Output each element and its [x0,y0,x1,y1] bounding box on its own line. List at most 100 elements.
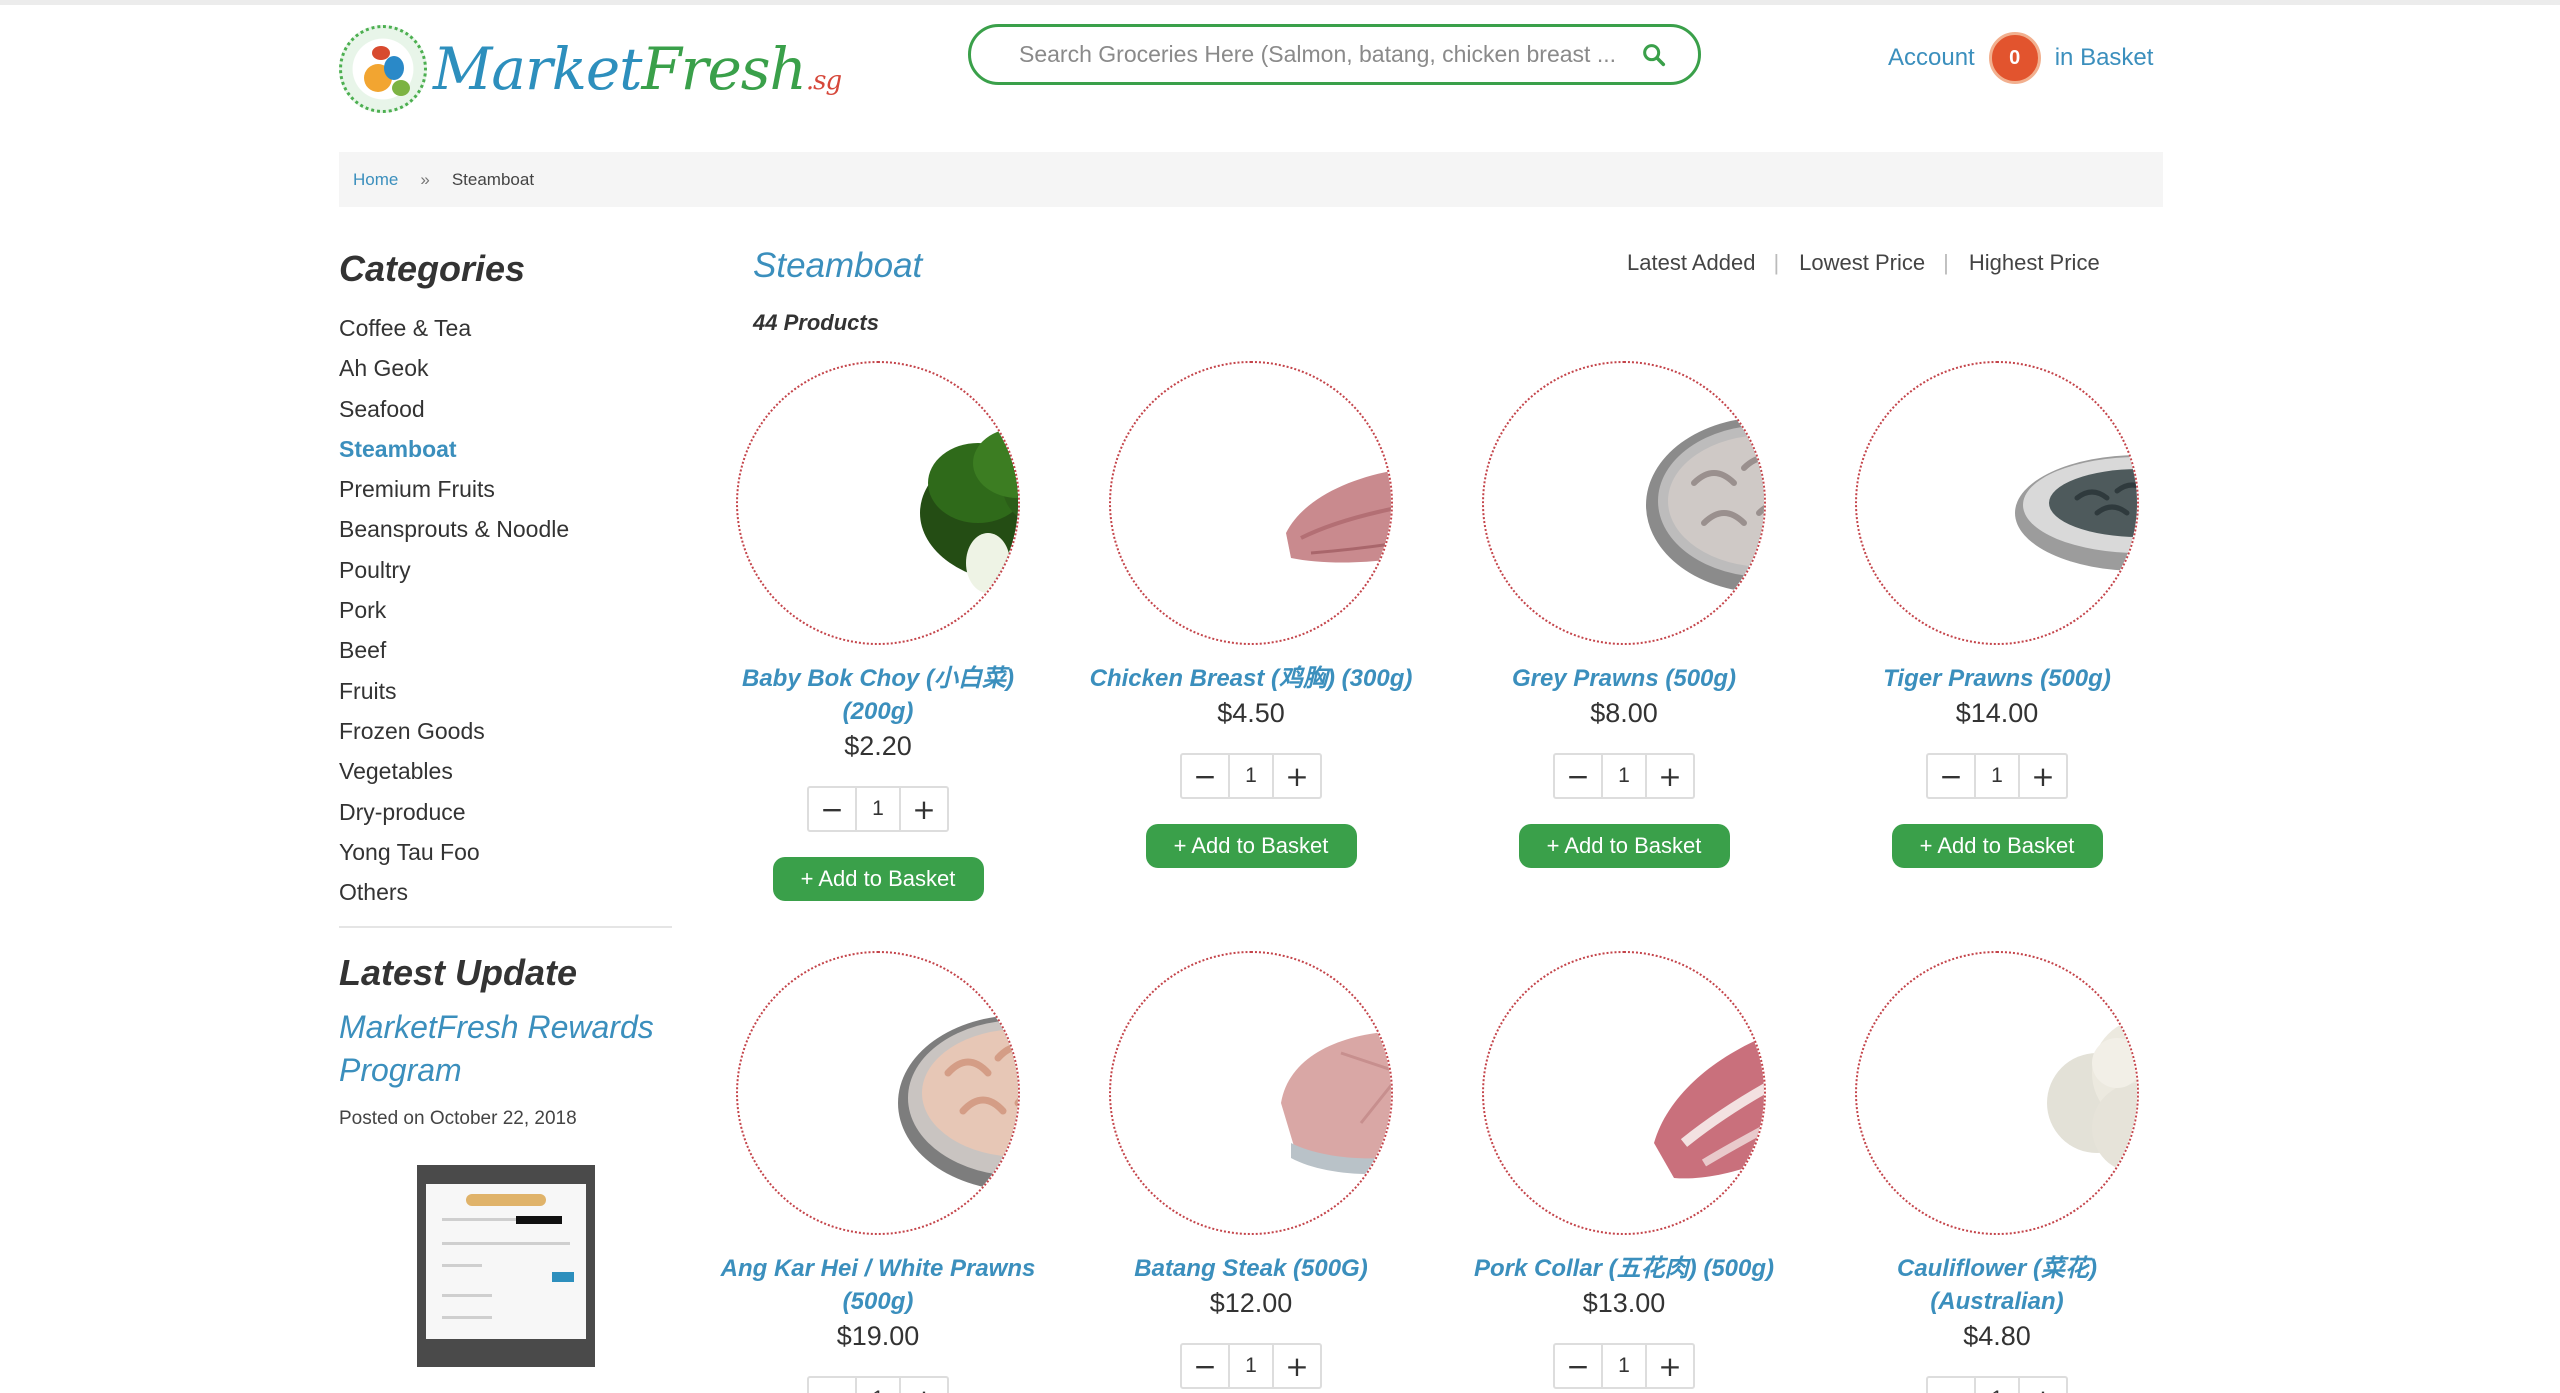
add-to-basket-button[interactable]: + Add to Basket [772,857,984,901]
increase-button[interactable]: + [901,1378,947,1393]
quantity-stepper: − 1 + [1180,753,1322,799]
white-prawns-image[interactable] [736,951,1020,1235]
product-name[interactable]: Batang Steak (500G) [1065,1252,1437,1285]
category-list: Coffee & Tea Ah Geok Seafood Steamboat P… [339,308,672,912]
quantity-stepper: − 1 + [807,786,949,832]
product-name[interactable]: Chicken Breast (鸡胸) (300g) [1065,662,1437,695]
product-price: $4.80 [1963,1321,2031,1351]
increase-button[interactable]: + [2020,1378,2066,1393]
decrease-button[interactable]: − [1555,755,1601,797]
product-card: Chicken Breast (鸡胸) (300g) $4.50 − 1 + +… [1065,361,1437,868]
category-vegetables[interactable]: Vegetables [339,751,672,791]
breadcrumb-home[interactable]: Home [353,170,398,190]
categories-heading: Categories [339,248,526,289]
breadcrumb: Home » Steamboat [339,152,2163,207]
product-price: $13.00 [1582,1288,1666,1318]
decrease-button[interactable]: − [1928,1378,1974,1393]
increase-button[interactable]: + [1647,755,1693,797]
chicken-breast-image[interactable] [1109,361,1393,645]
decrease-button[interactable]: − [1182,1345,1228,1387]
category-beansprouts-noodle[interactable]: Beansprouts & Noodle [339,509,672,549]
product-card: Cauliflower (菜花) (Australian) $4.80 − 1 … [1811,951,2183,1393]
increase-button[interactable]: + [1274,755,1320,797]
product-count: 44 Products [753,310,879,335]
quantity-value[interactable]: 1 [1974,1378,2020,1393]
increase-button[interactable]: + [1274,1345,1320,1387]
pork-collar-image[interactable] [1482,951,1766,1235]
category-steamboat[interactable]: Steamboat [339,429,672,469]
decrease-button[interactable]: − [809,788,855,830]
add-to-basket-button[interactable]: + Add to Basket [1518,824,1730,868]
tiger-prawns-image[interactable] [1855,361,2139,645]
add-to-basket-button[interactable]: + Add to Basket [1145,824,1357,868]
batang-steak-image[interactable] [1109,951,1393,1235]
search-bar [968,24,1701,85]
category-coffee-tea[interactable]: Coffee & Tea [339,308,672,348]
grey-prawns-image[interactable] [1482,361,1766,645]
product-name[interactable]: Baby Bok Choy (小白菜) (200g) [692,662,1064,728]
category-fruits[interactable]: Fruits [339,671,672,711]
category-frozen-goods[interactable]: Frozen Goods [339,711,672,751]
quantity-value[interactable]: 1 [1228,755,1274,797]
basket-link[interactable]: in Basket [2055,44,2154,72]
quantity-stepper: − 1 + [1926,753,2068,799]
product-name[interactable]: Grey Prawns (500g) [1438,662,1810,695]
quantity-value[interactable]: 1 [1601,1345,1647,1387]
sort-lowest-price[interactable]: Lowest Price [1799,250,1925,276]
product-price: $4.50 [1217,698,1285,728]
product-name[interactable]: Tiger Prawns (500g) [1811,662,2183,695]
category-poultry[interactable]: Poultry [339,550,672,590]
category-ah-geok[interactable]: Ah Geok [339,348,672,388]
sidebar-divider [339,926,672,929]
category-premium-fruits[interactable]: Premium Fruits [339,469,672,509]
decrease-button[interactable]: − [1928,755,1974,797]
category-seafood[interactable]: Seafood [339,389,672,429]
top-border [0,0,2560,5]
category-pork[interactable]: Pork [339,590,672,630]
product-card: Tiger Prawns (500g) $14.00 − 1 + + Add t… [1811,361,2183,868]
logo-badge-icon [339,25,427,113]
product-card: Grey Prawns (500g) $8.00 − 1 + + Add to … [1438,361,1810,868]
category-beef[interactable]: Beef [339,630,672,670]
product-card: Batang Steak (500G) $12.00 − 1 + [1065,951,1437,1389]
category-dry-produce[interactable]: Dry-produce [339,792,672,832]
product-price: $14.00 [1955,698,2039,728]
increase-button[interactable]: + [901,788,947,830]
decrease-button[interactable]: − [1182,755,1228,797]
search-icon[interactable] [1640,41,1668,69]
product-price: $8.00 [1590,698,1658,728]
breadcrumb-separator: » [420,169,430,189]
product-name[interactable]: Ang Kar Hei / White Prawns (500g) [692,1252,1064,1318]
sidebar: Categories Coffee & Tea Ah Geok Seafood … [339,248,672,1368]
cauliflower-image[interactable] [1855,951,2139,1235]
basket-count-badge[interactable]: 0 [1988,32,2041,84]
decrease-button[interactable]: − [1555,1345,1601,1387]
search-input[interactable] [1019,41,1630,68]
quantity-value[interactable]: 1 [855,788,901,830]
category-yong-tau-foo[interactable]: Yong Tau Foo [339,832,672,872]
increase-button[interactable]: + [2020,755,2066,797]
sort-options: Latest Added | Lowest Price | Highest Pr… [1627,250,2100,276]
page-title: Steamboat [753,246,923,285]
increase-button[interactable]: + [1647,1345,1693,1387]
decrease-button[interactable]: − [809,1378,855,1393]
post-thumbnail[interactable] [417,1165,595,1368]
category-others[interactable]: Others [339,872,672,912]
bok-choy-image[interactable] [736,361,1020,645]
sort-highest-price[interactable]: Highest Price [1969,250,2100,276]
quantity-value[interactable]: 1 [1228,1345,1274,1387]
post-date: Posted on October 22, 2018 [339,1108,577,1130]
product-name[interactable]: Pork Collar (五花肉) (500g) [1438,1252,1810,1285]
quantity-value[interactable]: 1 [1974,755,2020,797]
account-link[interactable]: Account [1888,44,1975,72]
quantity-stepper: − 1 + [1926,1376,2068,1393]
product-name[interactable]: Cauliflower (菜花) (Australian) [1811,1252,2183,1318]
sort-latest-added[interactable]: Latest Added [1627,250,1755,276]
site-logo[interactable]: MarketFresh.sg [339,24,842,114]
product-price: $2.20 [844,731,912,761]
quantity-value[interactable]: 1 [1601,755,1647,797]
post-title-link[interactable]: MarketFresh Rewards Program [339,1006,672,1092]
quantity-value[interactable]: 1 [855,1378,901,1393]
add-to-basket-button[interactable]: + Add to Basket [1891,824,2103,868]
product-card: Baby Bok Choy (小白菜) (200g) $2.20 − 1 + +… [692,361,1064,901]
